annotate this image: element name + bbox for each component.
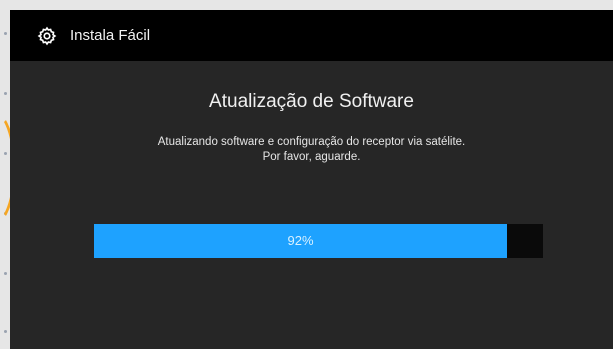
app-title: Instala Fácil xyxy=(70,27,151,44)
message-line-1: Atualizando software e configuração do r… xyxy=(157,136,466,148)
screenshot-frame: Instala Fácil Atualização de Software At… xyxy=(0,0,613,349)
title-bar: Instala Fácil xyxy=(10,10,613,61)
side-dot xyxy=(4,272,7,275)
tv-screen: Instala Fácil Atualização de Software At… xyxy=(10,10,613,349)
gear-icon xyxy=(37,26,57,46)
progress-bar: 92% xyxy=(94,224,543,258)
update-dialog: Atualização de Software Atualizando soft… xyxy=(10,61,613,349)
side-dot xyxy=(4,330,7,333)
dialog-message: Atualizando software e configuração do r… xyxy=(10,135,613,165)
progress-label: 92% xyxy=(287,233,314,248)
dialog-heading: Atualização de Software xyxy=(209,91,414,112)
side-dot xyxy=(4,92,7,95)
side-dot xyxy=(4,32,7,35)
message-line-2: Por favor, aguarde. xyxy=(262,151,361,163)
